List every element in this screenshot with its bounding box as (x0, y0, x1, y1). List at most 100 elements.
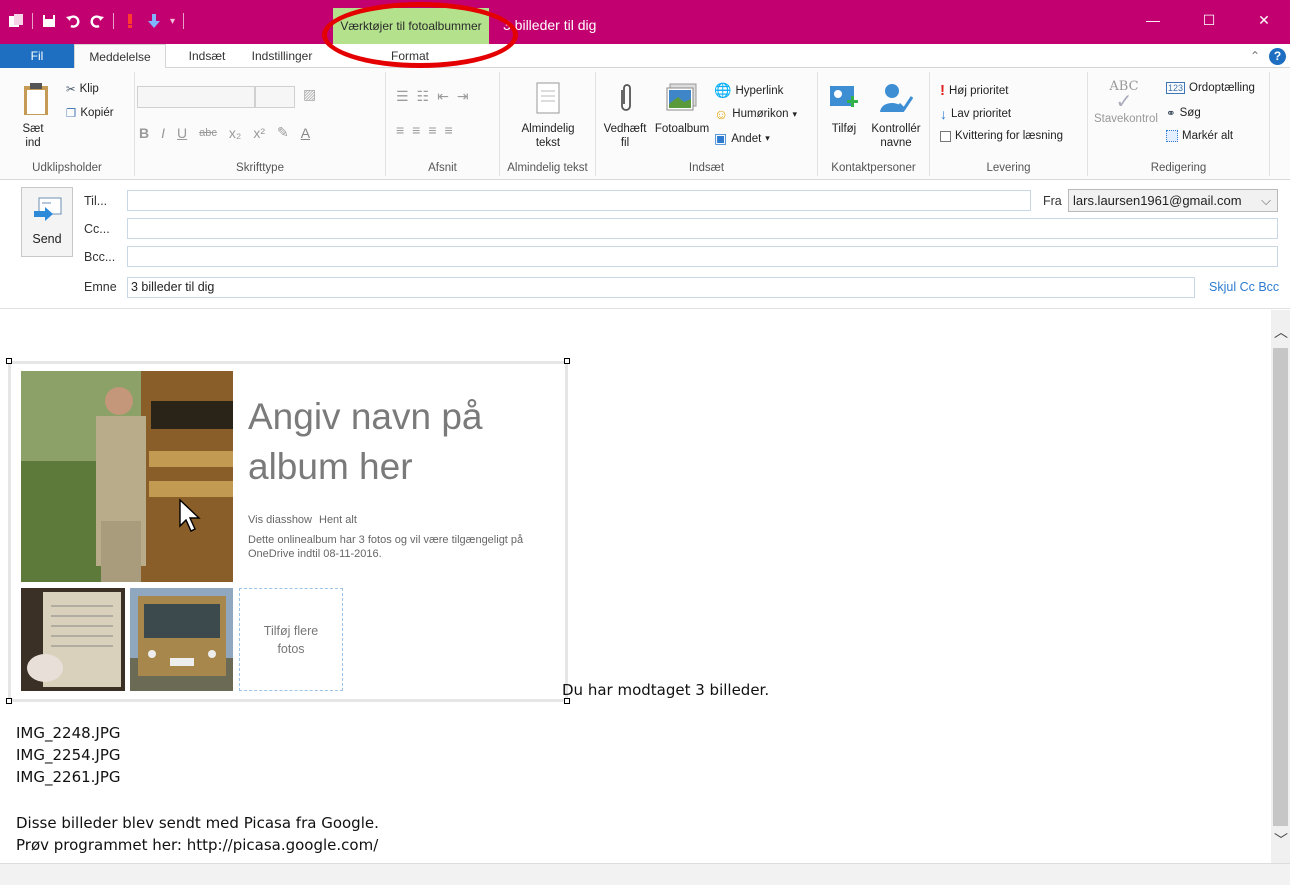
album-title[interactable]: Angiv navn på album her (248, 392, 548, 492)
to-button[interactable]: Til... (84, 194, 107, 208)
picasa-link-text: Prøv programmet her: http://picasa.googl… (16, 836, 379, 854)
checkbox-icon (940, 130, 951, 142)
add-more-photos-button[interactable]: Tilføj flere fotos (239, 588, 343, 691)
tab-indsaet[interactable]: Indsæt (172, 44, 242, 68)
album-photo-bus[interactable] (130, 588, 233, 691)
resize-handle[interactable] (564, 358, 570, 364)
hyperlink-button[interactable]: 🌐 Hyperlink (714, 82, 783, 99)
album-photo-main[interactable] (21, 371, 233, 582)
scroll-up-icon[interactable]: ︿ (1274, 322, 1288, 342)
document-icon (536, 82, 560, 114)
highlight-icon[interactable]: ✎ (277, 124, 289, 141)
word-count-button[interactable]: 123 Ordoptælling (1166, 82, 1255, 94)
subscript-icon[interactable]: x₂ (229, 125, 241, 141)
cut-button[interactable]: ✂ Klip (66, 82, 99, 96)
plain-text-button[interactable]: Almindelig tekst (514, 82, 582, 150)
numbered-list-icon[interactable]: ☷ (417, 88, 430, 105)
copy-icon: ❐ (66, 108, 77, 120)
maximize-button[interactable]: ☐ (1194, 10, 1224, 30)
superscript-icon[interactable]: x² (253, 125, 265, 141)
bold-icon[interactable]: B (139, 125, 149, 141)
font-color-pick-icon[interactable]: ▨ (303, 86, 316, 103)
cc-button[interactable]: Cc... (84, 222, 110, 236)
low-priority-icon[interactable] (146, 13, 162, 29)
bcc-button[interactable]: Bcc... (84, 250, 115, 264)
cc-field[interactable] (127, 218, 1278, 239)
font-family-select[interactable] (137, 86, 255, 108)
minimize-button[interactable]: — (1138, 10, 1168, 30)
other-insert-button[interactable]: ▣ Andet ▾ (714, 130, 770, 147)
paste-icon (24, 83, 48, 115)
bullet-list-icon[interactable]: ☰ (396, 88, 409, 105)
strikethrough-icon[interactable]: abc (199, 127, 217, 139)
increase-indent-icon[interactable]: ⇥ (457, 88, 469, 105)
vertical-scrollbar[interactable]: ︿ ﹀ (1271, 310, 1290, 863)
send-button[interactable]: Send (21, 187, 73, 257)
copy-button[interactable]: ❐ Kopiér (66, 106, 114, 120)
group-label: Udklipsholder (32, 162, 102, 174)
redo-icon[interactable] (89, 13, 105, 29)
chevron-down-icon: ⌵ (1261, 193, 1271, 208)
customize-toolbar-icon[interactable]: ▾ (170, 16, 175, 27)
tab-indstillinger[interactable]: Indstillinger (242, 44, 322, 68)
emoticon-button[interactable]: ☺ Humørikon ▾ (714, 106, 797, 122)
group-label: Skrifttype (236, 162, 284, 174)
find-button[interactable]: ⚭ Søg (1166, 106, 1201, 120)
decrease-indent-icon[interactable]: ⇤ (437, 88, 449, 105)
annotation-circle (322, 2, 518, 68)
save-icon[interactable] (41, 13, 57, 29)
exclamation-icon: ! (940, 82, 945, 99)
check-names-button[interactable]: Kontrollér navne (866, 82, 926, 150)
align-center-icon[interactable]: ≡ (412, 122, 420, 138)
download-all-link[interactable]: Hent alt (319, 514, 357, 526)
close-button[interactable]: ✕ (1249, 10, 1279, 30)
smiley-icon: ☺ (714, 106, 729, 122)
chevron-down-icon: ▾ (792, 108, 798, 119)
contacts-group: Tilføj Kontrollér navne Kontaktpersoner (818, 72, 930, 176)
file-name: IMG_2248.JPG (16, 724, 121, 742)
globe-link-icon: 🌐 (714, 82, 732, 98)
align-right-icon[interactable]: ≡ (428, 122, 436, 138)
to-field[interactable] (127, 190, 1031, 211)
tab-meddelelse[interactable]: Meddelelse (74, 44, 166, 69)
help-icon[interactable]: ? (1269, 48, 1286, 65)
clipboard-group: Sæt ind ✂ Klip ❐ Kopiér Udklipsholder (0, 72, 135, 176)
scroll-down-icon[interactable]: ﹀ (1274, 830, 1288, 850)
scrollbar-thumb[interactable] (1273, 348, 1288, 826)
select-all-button[interactable]: Markér alt (1166, 130, 1233, 142)
attach-file-button[interactable]: Vedhæft fil (600, 82, 650, 150)
low-priority-button[interactable]: ↓ Lav prioritet (940, 106, 1011, 122)
from-select[interactable]: lars.laursen1961@gmail.com ⌵ (1068, 189, 1278, 212)
app-icon[interactable] (8, 13, 24, 29)
high-priority-button[interactable]: ! Høj prioritet (940, 82, 1008, 99)
album-photo-document[interactable] (21, 588, 125, 691)
resize-handle[interactable] (6, 698, 12, 704)
italic-icon[interactable]: I (161, 125, 165, 141)
picasa-text: Disse billeder blev sendt med Picasa fra… (16, 814, 379, 832)
group-label: Afsnit (428, 162, 457, 174)
group-label: Indsæt (688, 162, 725, 174)
add-contact-button[interactable]: Tilføj (824, 82, 864, 136)
font-size-select[interactable] (255, 86, 295, 108)
photo-album-button[interactable]: Fotoalbum (652, 82, 712, 136)
subject-field[interactable]: 3 billeder til dig (127, 277, 1195, 298)
underline-icon[interactable]: U (177, 125, 187, 141)
text-color-icon[interactable]: A (301, 125, 310, 141)
resize-handle[interactable] (6, 358, 12, 364)
slideshow-link[interactable]: Vis diasshow (248, 514, 312, 526)
justify-icon[interactable]: ≡ (445, 122, 453, 138)
spell-check-button[interactable]: ABC ✓ Stavekontrol (1094, 80, 1158, 126)
collapse-ribbon-icon[interactable]: ⌃ (1246, 44, 1264, 68)
select-all-icon (1166, 130, 1178, 142)
received-text: Du har modtaget 3 billeder. (562, 681, 770, 699)
hide-cc-bcc-link[interactable]: Skjul Cc Bcc (1209, 280, 1279, 294)
send-icon (34, 197, 62, 221)
read-receipt-checkbox[interactable]: Kvittering for læsning (940, 130, 1063, 142)
file-name: IMG_2254.JPG (16, 746, 121, 764)
undo-icon[interactable] (65, 13, 81, 29)
bcc-field[interactable] (127, 246, 1278, 267)
paste-button[interactable]: Sæt ind (18, 82, 54, 150)
align-left-icon[interactable]: ≡ (396, 122, 404, 138)
high-priority-icon[interactable] (122, 13, 138, 29)
tab-fil[interactable]: Fil (0, 44, 74, 68)
